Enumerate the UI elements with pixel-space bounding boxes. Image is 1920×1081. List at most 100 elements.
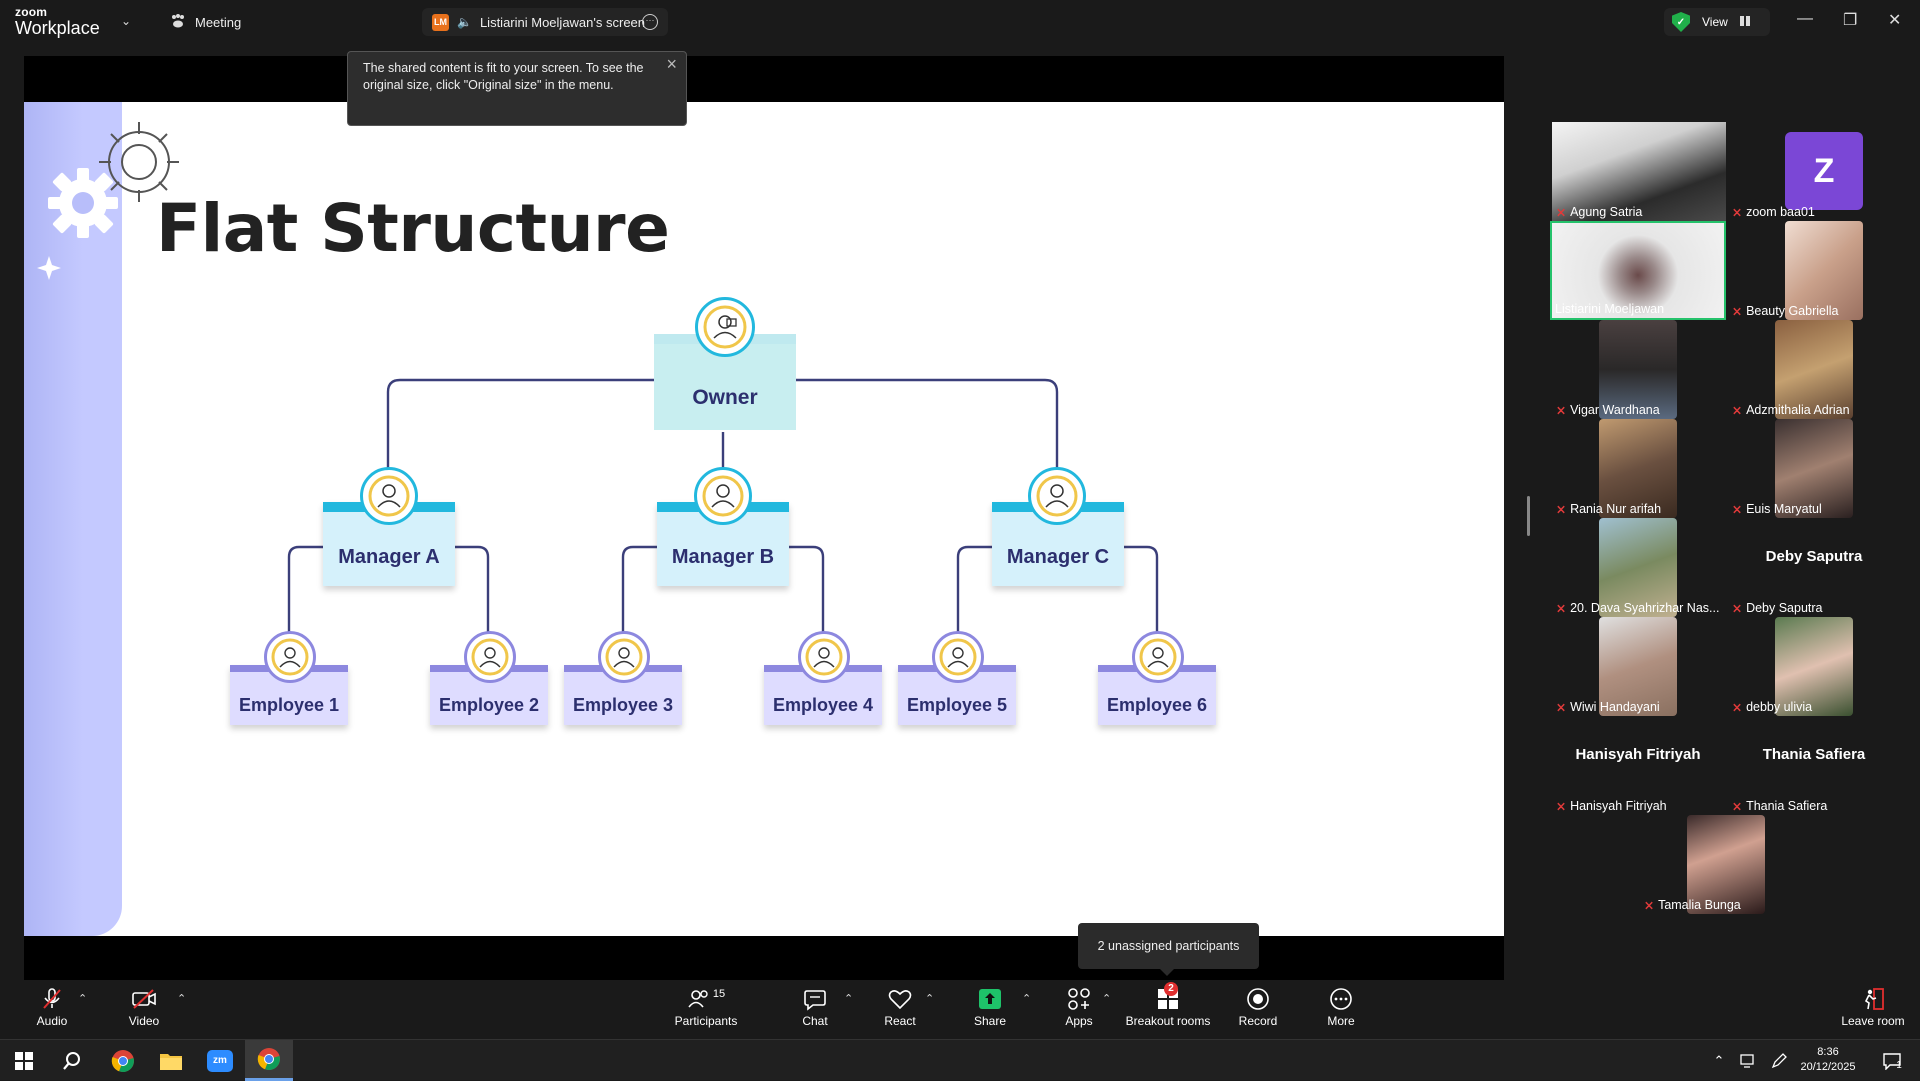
presentation-slide: Flat Structure Owner Manager A Manager B… (24, 102, 1504, 936)
minimize-icon[interactable]: — (1797, 10, 1813, 28)
participant-tile[interactable]: ⨯ Rania Nur arifah (1550, 419, 1726, 518)
windows-start-icon[interactable] (0, 1040, 48, 1081)
leave-room-button[interactable]: Leave room (1830, 986, 1916, 1028)
manager-a-avatar-icon (360, 467, 418, 525)
employee-3-label: Employee 3 (572, 695, 674, 715)
network-icon[interactable] (1734, 1040, 1764, 1081)
system-clock[interactable]: 8:36 20/12/2025 (1793, 1045, 1863, 1075)
participant-tile[interactable]: ⨯ Wiwi Handayani (1550, 617, 1726, 716)
participants-button[interactable]: 15 Participants (666, 986, 746, 1028)
participant-tile[interactable]: Deby Saputra ⨯ Deby Saputra (1726, 518, 1902, 617)
video-button[interactable]: Video (104, 986, 184, 1028)
participant-tile[interactable]: Z ⨯ zoom baa01 (1726, 122, 1902, 221)
close-icon[interactable]: ✕ (1888, 10, 1901, 30)
chat-button[interactable]: Chat (775, 986, 855, 1028)
manager-b-avatar-icon (694, 467, 752, 525)
participant-tile[interactable]: Hanisyah Fitriyah ⨯ Hanisyah Fitriyah (1550, 716, 1726, 815)
participants-count: 15 (712, 988, 726, 1000)
participant-tile[interactable]: Thania Safiera ⨯ Thania Safiera (1726, 716, 1902, 815)
unassigned-tip-text: 2 unassigned participants (1097, 939, 1240, 953)
zoom-app-icon[interactable]: zm (196, 1040, 244, 1081)
pen-icon[interactable] (1764, 1040, 1794, 1081)
more-icon (1301, 986, 1381, 1012)
participant-tile[interactable]: ⨯ Euis Maryatul (1726, 419, 1902, 518)
file-explorer-icon[interactable] (147, 1040, 195, 1081)
mic-muted-icon: ⨯ (1732, 700, 1743, 714)
shared-screen-pill[interactable]: LM 🔈 Listiarini Moeljawan's screen ··· (422, 8, 668, 36)
more-label: More (1327, 1014, 1355, 1028)
mic-muted-icon: ⨯ (1556, 799, 1567, 813)
grid-view-icon (1739, 15, 1750, 29)
audio-options-caret-icon[interactable]: ⌃ (78, 992, 87, 1005)
notifications-icon[interactable]: 1 (1872, 1040, 1912, 1081)
more-button[interactable]: More (1301, 986, 1381, 1028)
react-options-caret-icon[interactable]: ⌃ (925, 992, 934, 1005)
participant-tile[interactable]: ⨯ Beauty Gabriella (1726, 221, 1902, 320)
leave-room-icon (1830, 986, 1916, 1012)
shared-screen-label: Listiarini Moeljawan's screen (479, 14, 646, 30)
participant-avatar: Z (1785, 132, 1863, 210)
participant-gallery: ⨯ Agung Satria Z ⨯ zoom baa01 Listiarini M… (1528, 56, 1920, 980)
chat-options-caret-icon[interactable]: ⌃ (844, 992, 853, 1005)
participant-tile[interactable]: ⨯ 20. Dava Syahrizhar Nas... (1550, 518, 1726, 617)
share-label: Share (973, 1014, 1007, 1028)
close-icon[interactable]: × (666, 55, 677, 73)
chat-label: Chat (802, 1014, 828, 1028)
view-button[interactable]: ✓ View (1664, 8, 1770, 36)
participant-name: ⨯ Adzmithalia Adrian (1732, 403, 1850, 417)
participant-tile-active-speaker[interactable]: Listiarini Moeljawan (1550, 221, 1726, 320)
share-button[interactable]: Share (950, 986, 1030, 1028)
mic-muted-icon: ⨯ (1556, 403, 1567, 417)
chevron-down-icon[interactable]: ⌄ (121, 14, 131, 28)
participant-name: ⨯ Agung Satria (1556, 205, 1643, 219)
participant-tile[interactable]: ⨯ Tamalia Bunga (1638, 815, 1814, 914)
manager-b-label: Manager B (671, 546, 775, 568)
employee-2-avatar-icon (464, 631, 516, 683)
mic-muted-icon: ⨯ (1732, 601, 1743, 615)
mic-muted-icon: ⨯ (1732, 205, 1743, 219)
participant-name: ⨯ Tamalia Bunga (1644, 898, 1741, 912)
leave-room-label: Leave room (1841, 1014, 1905, 1028)
meeting-toolbar: Audio ⌃ Video ⌃ 15 Participants Chat ⌃ R… (0, 980, 1920, 1039)
share-options-caret-icon[interactable]: ⌃ (1022, 992, 1031, 1005)
participant-name: ⨯ debby ulivia (1732, 700, 1813, 714)
more-options-icon[interactable]: ··· (642, 14, 658, 30)
search-icon[interactable] (48, 1040, 96, 1081)
participants-label: Participants (674, 1014, 738, 1028)
windows-taskbar: zm ⌃ 8:36 20/12/2025 1 (0, 1039, 1920, 1081)
employee-2-label: Employee 2 (438, 695, 540, 715)
chrome-active-icon[interactable] (245, 1040, 293, 1081)
record-icon (1218, 986, 1298, 1012)
participant-name: ⨯ Euis Maryatul (1732, 502, 1822, 516)
participant-name: ⨯ Wiwi Handayani (1556, 700, 1660, 714)
title-bar: zoom Workplace ⌄ Meeting LM 🔈 Listiarini… (0, 0, 1920, 44)
breakout-rooms-button[interactable]: 2 Breakout rooms (1118, 982, 1218, 1028)
chrome-icon[interactable] (99, 1040, 147, 1081)
participant-tile[interactable]: ⨯ Vigar Wardhana (1550, 320, 1726, 419)
apps-options-caret-icon[interactable]: ⌃ (1102, 992, 1111, 1005)
mic-muted-icon: ⨯ (1732, 403, 1743, 417)
mic-muted-icon: ⨯ (1556, 502, 1567, 516)
record-button[interactable]: Record (1218, 986, 1298, 1028)
participant-name: ⨯ 20. Dava Syahrizhar Nas... (1556, 601, 1720, 615)
video-label: Video (128, 1014, 160, 1028)
owner-label: Owner (692, 386, 758, 409)
participant-name: ⨯ Hanisyah Fitriyah (1556, 799, 1667, 813)
mic-muted-icon: ⨯ (1732, 502, 1743, 516)
mic-muted-icon: ⨯ (1556, 205, 1567, 219)
restore-icon[interactable]: ❐ (1843, 10, 1857, 30)
notifications-count: 1 (1896, 1060, 1902, 1071)
video-options-caret-icon[interactable]: ⌃ (177, 992, 186, 1005)
mic-muted-icon: ⨯ (1644, 898, 1655, 912)
participant-tile[interactable]: ⨯ Adzmithalia Adrian (1726, 320, 1902, 419)
participant-display-name: Hanisyah Fitriyah (1575, 746, 1701, 763)
screen-owner-avatar: LM (432, 13, 449, 31)
participant-tile[interactable]: ⨯ Agung Satria (1550, 122, 1726, 221)
mic-muted-icon: ⨯ (1732, 304, 1743, 318)
view-label: View (1702, 15, 1728, 29)
tray-chevron-up-icon[interactable]: ⌃ (1704, 1040, 1734, 1081)
employee-4-avatar-icon (798, 631, 850, 683)
tab-meeting[interactable]: Meeting (170, 14, 241, 31)
security-shield-icon: ✓ (1672, 12, 1690, 32)
participant-tile[interactable]: ⨯ debby ulivia (1726, 617, 1902, 716)
